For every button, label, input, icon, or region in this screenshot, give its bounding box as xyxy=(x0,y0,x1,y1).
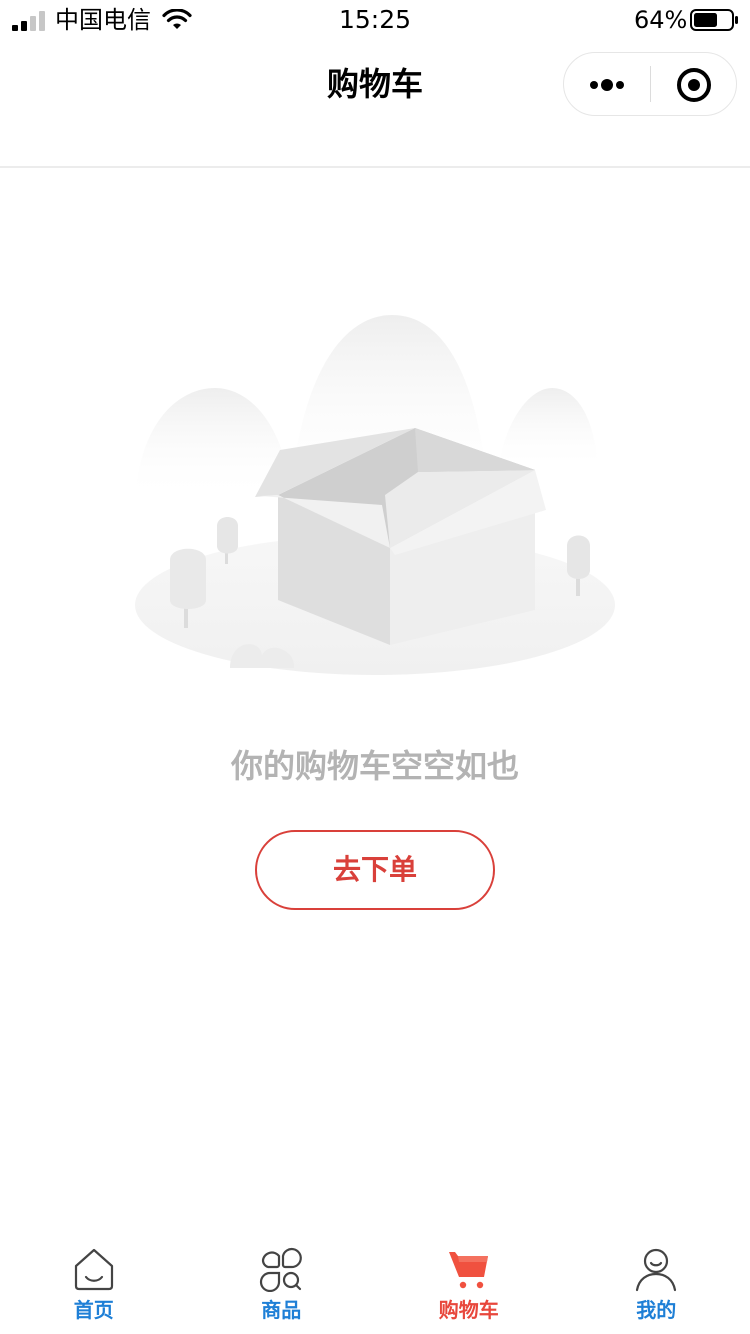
tab-bar: 首页 商品 购物车 我的 xyxy=(0,1234,750,1334)
battery-icon xyxy=(690,9,738,31)
status-bar: 中国电信 15:25 64% xyxy=(0,0,750,40)
profile-icon xyxy=(636,1248,677,1292)
products-icon xyxy=(260,1247,303,1292)
nav-bar: 购物车 xyxy=(0,40,750,168)
home-icon xyxy=(74,1248,113,1291)
tab-label-products: 商品 xyxy=(261,1298,302,1322)
tab-profile[interactable]: 我的 xyxy=(563,1234,750,1334)
tab-home[interactable]: 首页 xyxy=(0,1234,188,1334)
tab-cart[interactable]: 购物车 xyxy=(375,1234,563,1334)
empty-cart-message: 你的购物车空空如也 xyxy=(230,747,519,785)
battery-percentage: 64% xyxy=(634,6,688,34)
mini-program-capsule xyxy=(563,52,737,116)
go-order-button[interactable]: 去下单 xyxy=(255,830,495,910)
tab-products[interactable]: 商品 xyxy=(188,1234,376,1334)
tab-label-profile: 我的 xyxy=(636,1298,677,1322)
tab-label-cart: 购物车 xyxy=(438,1298,499,1322)
empty-box-illustration xyxy=(135,315,615,675)
target-circle-icon[interactable] xyxy=(651,53,737,115)
more-dots-icon[interactable] xyxy=(564,53,650,115)
cart-icon xyxy=(448,1252,488,1289)
tab-label-home: 首页 xyxy=(73,1298,114,1322)
